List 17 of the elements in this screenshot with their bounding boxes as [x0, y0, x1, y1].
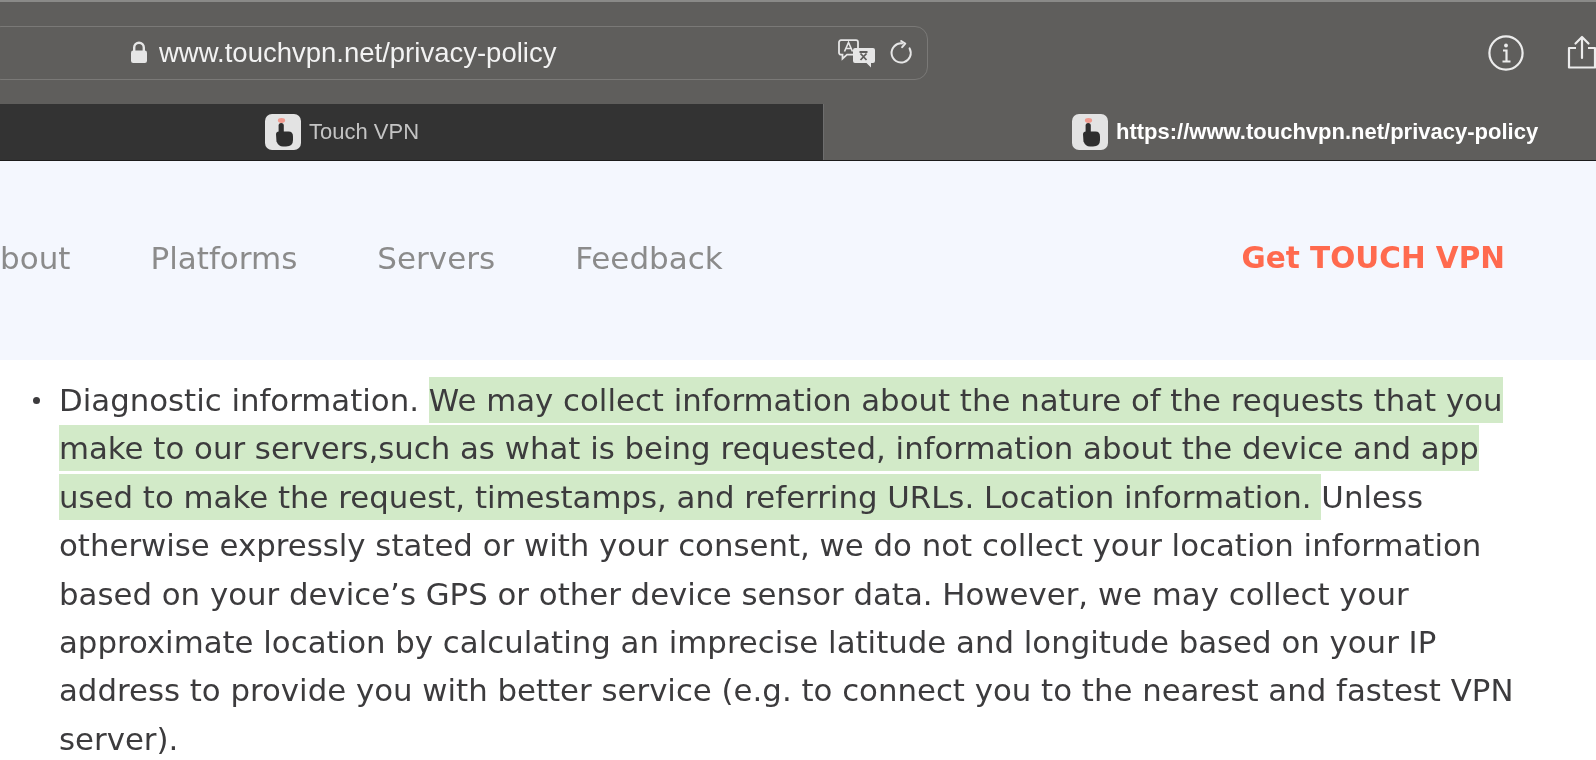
bullet-icon	[33, 397, 40, 404]
reload-icon[interactable]	[889, 40, 915, 66]
address-field[interactable]: www.touchvpn.net/privacy-policy	[0, 26, 928, 80]
nav-link[interactable]: bout	[0, 239, 71, 276]
info-icon[interactable]	[1488, 35, 1524, 71]
share-icon[interactable]	[1566, 34, 1596, 69]
hand-pointer-icon	[1072, 114, 1108, 150]
nav-link[interactable]: Servers	[377, 239, 496, 276]
nav-link[interactable]: Platforms	[150, 239, 298, 276]
browser-tab[interactable]: Touch VPN	[0, 104, 824, 160]
url-text: www.touchvpn.net/privacy-policy	[159, 37, 557, 69]
nav-link[interactable]: Feedback	[575, 239, 723, 276]
get-vpn-link[interactable]: Get TOUCH VPN	[1241, 240, 1505, 275]
browser-tab[interactable]: https://www.touchvpn.net/privacy-policy	[824, 104, 1596, 160]
hand-pointer-icon	[265, 114, 301, 150]
speech-bubbles-icon[interactable]	[838, 38, 876, 68]
list-item-text: Diagnostic information. We may collect information about the nature of the requests that you make to our servers,such as what is being requested, information about the device and app used to make the request, timestamps, and referring URLs. Location information. Unless otherwise expressly stated or with your consent, we do not collect your location information based on your device’s GPS or other device sensor data. However, we may collect your approximate location by calculating an imprecise latitude and longitude based on your IP address to provide you with better service (e.g. to connect you to the nearest and fastest VPN server).	[59, 376, 1550, 760]
